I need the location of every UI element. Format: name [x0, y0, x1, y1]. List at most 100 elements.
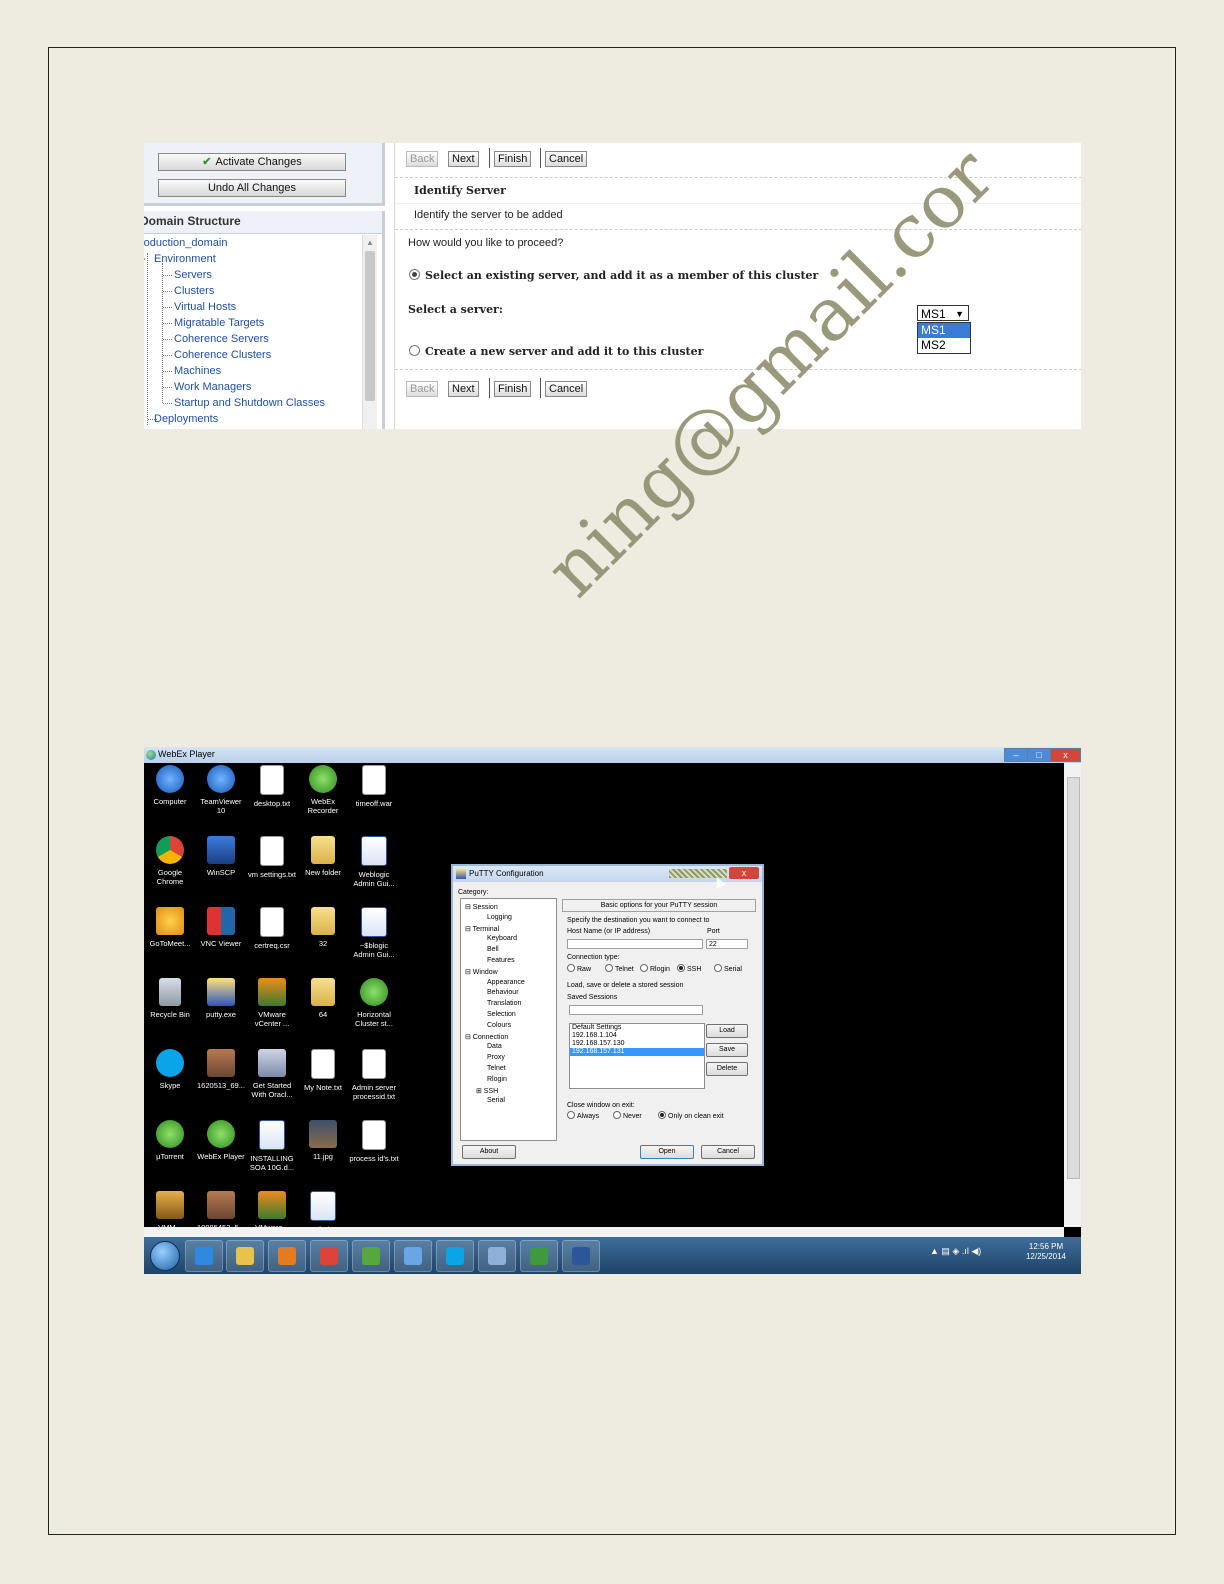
tree-item-machines[interactable]: Machines: [174, 365, 221, 377]
finish-button[interactable]: Finish: [494, 151, 532, 167]
desktop-icon[interactable]: 11.jpg: [298, 1120, 348, 1161]
close-clean-exit[interactable]: Only on clean exit: [658, 1111, 724, 1120]
desktop-icon[interactable]: VMware vCenter ...: [247, 978, 297, 1028]
taskbar-button[interactable]: [352, 1240, 390, 1272]
desktop-icon[interactable]: Computer: [145, 765, 195, 806]
cancel-button[interactable]: Cancel: [545, 151, 588, 167]
category-tree-item[interactable]: ⊟ Window: [465, 968, 498, 976]
tree-item-virtual-hosts[interactable]: Virtual Hosts: [174, 301, 236, 313]
desktop-icon[interactable]: Get Started With Oracl...: [247, 1049, 297, 1099]
activate-changes-button[interactable]: ✔ Activate Changes: [158, 153, 346, 171]
conn-type-telnet[interactable]: Telnet: [605, 964, 634, 973]
saved-sessions-list[interactable]: Default Settings 192.168.1.104 192.168.1…: [569, 1023, 705, 1089]
finish-button-bottom[interactable]: Finish: [494, 381, 532, 397]
desktop-icon[interactable]: Weblogic Admin Gui...: [349, 836, 399, 888]
scroll-thumb[interactable]: [1067, 777, 1080, 1179]
category-tree-item[interactable]: Proxy: [487, 1054, 505, 1061]
category-tree-item[interactable]: Translation: [487, 1000, 521, 1007]
category-tree-item[interactable]: Behaviour: [487, 989, 519, 996]
desktop-icon[interactable]: 1620513_69...: [196, 1049, 246, 1090]
taskbar-button[interactable]: [520, 1240, 558, 1272]
desktop-icon[interactable]: certreq.csr: [247, 907, 297, 950]
desktop-icon[interactable]: Google Chrome: [145, 836, 195, 886]
next-button[interactable]: Next: [448, 151, 479, 167]
undo-all-changes-button[interactable]: Undo All Changes: [158, 179, 346, 197]
tree-item-startup-shutdown-classes[interactable]: Startup and Shutdown Classes: [174, 397, 325, 409]
desktop-icon[interactable]: WinSCP: [196, 836, 246, 877]
category-tree-item[interactable]: Features: [487, 957, 515, 964]
tree-item-coherence-clusters[interactable]: Coherence Clusters: [174, 349, 271, 361]
tree-item-coherence-servers[interactable]: Coherence Servers: [174, 333, 269, 345]
radio-unselected[interactable]: [409, 345, 420, 356]
open-button[interactable]: Open: [640, 1145, 694, 1159]
desktop-icon[interactable]: Recycle Bin: [145, 978, 195, 1019]
desktop-icon[interactable]: WebEx Recorder: [298, 765, 348, 815]
delete-button[interactable]: Delete: [706, 1062, 748, 1076]
vertical-scrollbar[interactable]: [1064, 763, 1081, 1227]
back-button[interactable]: Back: [406, 151, 439, 167]
category-tree-item[interactable]: Keyboard: [487, 935, 517, 942]
category-tree-item[interactable]: Serial: [487, 1097, 505, 1104]
tree-scrollbar[interactable]: ▲: [362, 235, 377, 429]
new-server-option[interactable]: Create a new server and add it to this c…: [409, 345, 703, 358]
scroll-up-icon[interactable]: ▲: [366, 238, 374, 247]
tree-item-domain[interactable]: roduction_domain: [144, 237, 227, 249]
tree-item-migratable-targets[interactable]: Migratable Targets: [174, 317, 264, 329]
tree-item-clusters[interactable]: Clusters: [174, 285, 214, 297]
existing-server-option[interactable]: Select an existing server, and add it as…: [409, 269, 818, 282]
minimize-button[interactable]: –: [1004, 748, 1028, 762]
conn-type-raw[interactable]: Raw: [567, 964, 591, 973]
horizontal-scrollbar[interactable]: [144, 1227, 1064, 1237]
desktop-icon[interactable]: Admin server processid.txt: [349, 1049, 399, 1101]
session-item[interactable]: Default Settings: [570, 1024, 704, 1032]
server-dropdown-list[interactable]: MS1 MS2: [917, 322, 971, 354]
tree-item-deployments[interactable]: Deployments: [154, 413, 218, 425]
load-button[interactable]: Load: [706, 1024, 748, 1038]
system-tray[interactable]: ▲ ▤ ◈ .ıl ◀): [930, 1246, 981, 1257]
desktop-icon[interactable]: 32: [298, 907, 348, 948]
session-item-selected[interactable]: 192.168.157.131: [570, 1048, 704, 1056]
close-never[interactable]: Never: [613, 1111, 642, 1120]
scroll-thumb[interactable]: [365, 251, 375, 401]
dropdown-option-ms1[interactable]: MS1: [918, 323, 970, 338]
category-tree-item[interactable]: Colours: [487, 1022, 511, 1029]
desktop-icon[interactable]: INSTALLING SOA 10G.d...: [247, 1120, 297, 1172]
close-button[interactable]: x: [1050, 748, 1081, 762]
desktop-icon[interactable]: µTorrent: [145, 1120, 195, 1161]
start-button[interactable]: [150, 1241, 180, 1271]
taskbar-button[interactable]: [562, 1240, 600, 1272]
dropdown-option-ms2[interactable]: MS2: [918, 338, 970, 353]
desktop-icon[interactable]: putty.exe: [196, 978, 246, 1019]
desktop-icon[interactable]: process id's.txt: [349, 1120, 399, 1163]
desktop-icon[interactable]: VMM...: [145, 1191, 195, 1232]
taskbar-button[interactable]: [394, 1240, 432, 1272]
desktop-icon[interactable]: timeoff.war: [349, 765, 399, 808]
port-input[interactable]: 22: [706, 939, 748, 949]
desktop-icon[interactable]: 64: [298, 978, 348, 1019]
category-tree[interactable]: ⊟ Session Logging ⊟ Terminal Keyboard Bell Fe…: [460, 898, 557, 1141]
next-button-bottom[interactable]: Next: [448, 381, 479, 397]
desktop-icon[interactable]: Skype: [145, 1049, 195, 1090]
taskbar-button[interactable]: [310, 1240, 348, 1272]
desktop-icon[interactable]: My Note.txt: [298, 1049, 348, 1092]
desktop-icon[interactable]: ~$blogic Admin Gui...: [349, 907, 399, 959]
tree-item-environment[interactable]: Environment: [154, 253, 216, 265]
desktop-icon[interactable]: vm settings.txt: [247, 836, 297, 879]
host-input[interactable]: [567, 939, 703, 949]
save-button[interactable]: Save: [706, 1043, 748, 1057]
taskbar-button[interactable]: [268, 1240, 306, 1272]
taskbar-clock[interactable]: 12:56 PM 12/25/2014: [1016, 1242, 1076, 1262]
taskbar-button[interactable]: [478, 1240, 516, 1272]
desktop-icon[interactable]: WebEx Player: [196, 1120, 246, 1161]
taskbar-button[interactable]: [226, 1240, 264, 1272]
putty-close-button[interactable]: x: [729, 867, 759, 879]
desktop-icon[interactable]: VMware...: [247, 1191, 297, 1232]
category-tree-item[interactable]: Bell: [487, 946, 499, 953]
session-item[interactable]: 192.168.1.104: [570, 1032, 704, 1040]
tree-item-servers[interactable]: Servers: [174, 269, 212, 281]
category-tree-item[interactable]: Data: [487, 1043, 502, 1050]
desktop-icon[interactable]: Horizontal Cluster st...: [349, 978, 399, 1028]
putty-cancel-button[interactable]: Cancel: [701, 1145, 755, 1159]
taskbar-button[interactable]: [436, 1240, 474, 1272]
saved-sessions-input[interactable]: [569, 1005, 703, 1015]
